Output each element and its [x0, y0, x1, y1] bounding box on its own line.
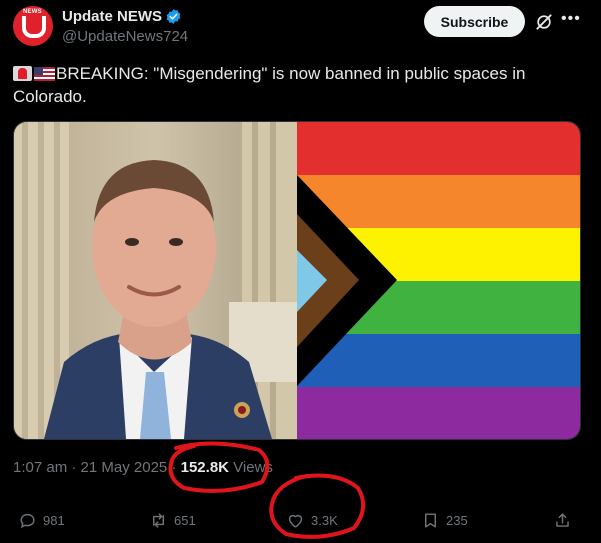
share-button[interactable] — [553, 508, 572, 532]
author-handle[interactable]: @UpdateNews724 — [62, 28, 188, 45]
action-bar: 981 651 3.3K 235 — [0, 508, 601, 532]
reply-icon — [20, 513, 35, 528]
meta-separator: · — [167, 459, 181, 476]
tweet-meta-line: 1:07 am · 21 May 2025 · 152.8K Views — [13, 459, 273, 476]
avatar[interactable]: NEWS — [13, 6, 53, 46]
bookmark-icon — [425, 512, 436, 528]
tweet-time[interactable]: 1:07 am — [13, 459, 67, 476]
us-flag-emoji — [34, 67, 55, 81]
verified-badge-icon — [166, 9, 181, 24]
repost-count: 651 — [174, 512, 196, 528]
grok-icon[interactable] — [534, 12, 554, 32]
meta-separator: · — [67, 459, 81, 476]
police-light-emoji — [13, 66, 32, 81]
tweet-body: BREAKING: "Misgendering" is now banned i… — [13, 64, 526, 106]
progress-pride-flag[interactable] — [297, 122, 580, 439]
reply-button[interactable]: 981 — [18, 508, 65, 532]
views-count[interactable]: 152.8K — [181, 459, 229, 476]
repost-button[interactable]: 651 — [149, 508, 196, 532]
bookmark-count: 235 — [446, 512, 468, 528]
views-label: Views — [233, 459, 273, 476]
subscribe-button[interactable]: Subscribe — [424, 6, 525, 37]
more-options-icon[interactable]: ••• — [561, 10, 581, 28]
tweet-date[interactable]: 21 May 2025 — [81, 459, 168, 476]
like-count: 3.3K — [311, 512, 338, 528]
author-display-name[interactable]: Update NEWS — [62, 8, 162, 25]
avatar-logo-u — [22, 16, 46, 38]
avatar-logo-text: NEWS — [23, 9, 42, 15]
reply-count: 981 — [43, 512, 65, 528]
tweet-media[interactable] — [13, 121, 581, 440]
tweet-page: NEWS Update NEWS @UpdateNews724 Subscrib… — [0, 0, 601, 543]
tweet-text: BREAKING: "Misgendering" is now banned i… — [13, 62, 583, 108]
heart-icon — [288, 514, 303, 528]
like-button[interactable]: 3.3K — [286, 508, 338, 532]
bookmark-button[interactable]: 235 — [421, 508, 468, 532]
share-icon — [556, 512, 569, 527]
politician-photo[interactable] — [14, 122, 297, 439]
repost-icon — [153, 512, 164, 528]
